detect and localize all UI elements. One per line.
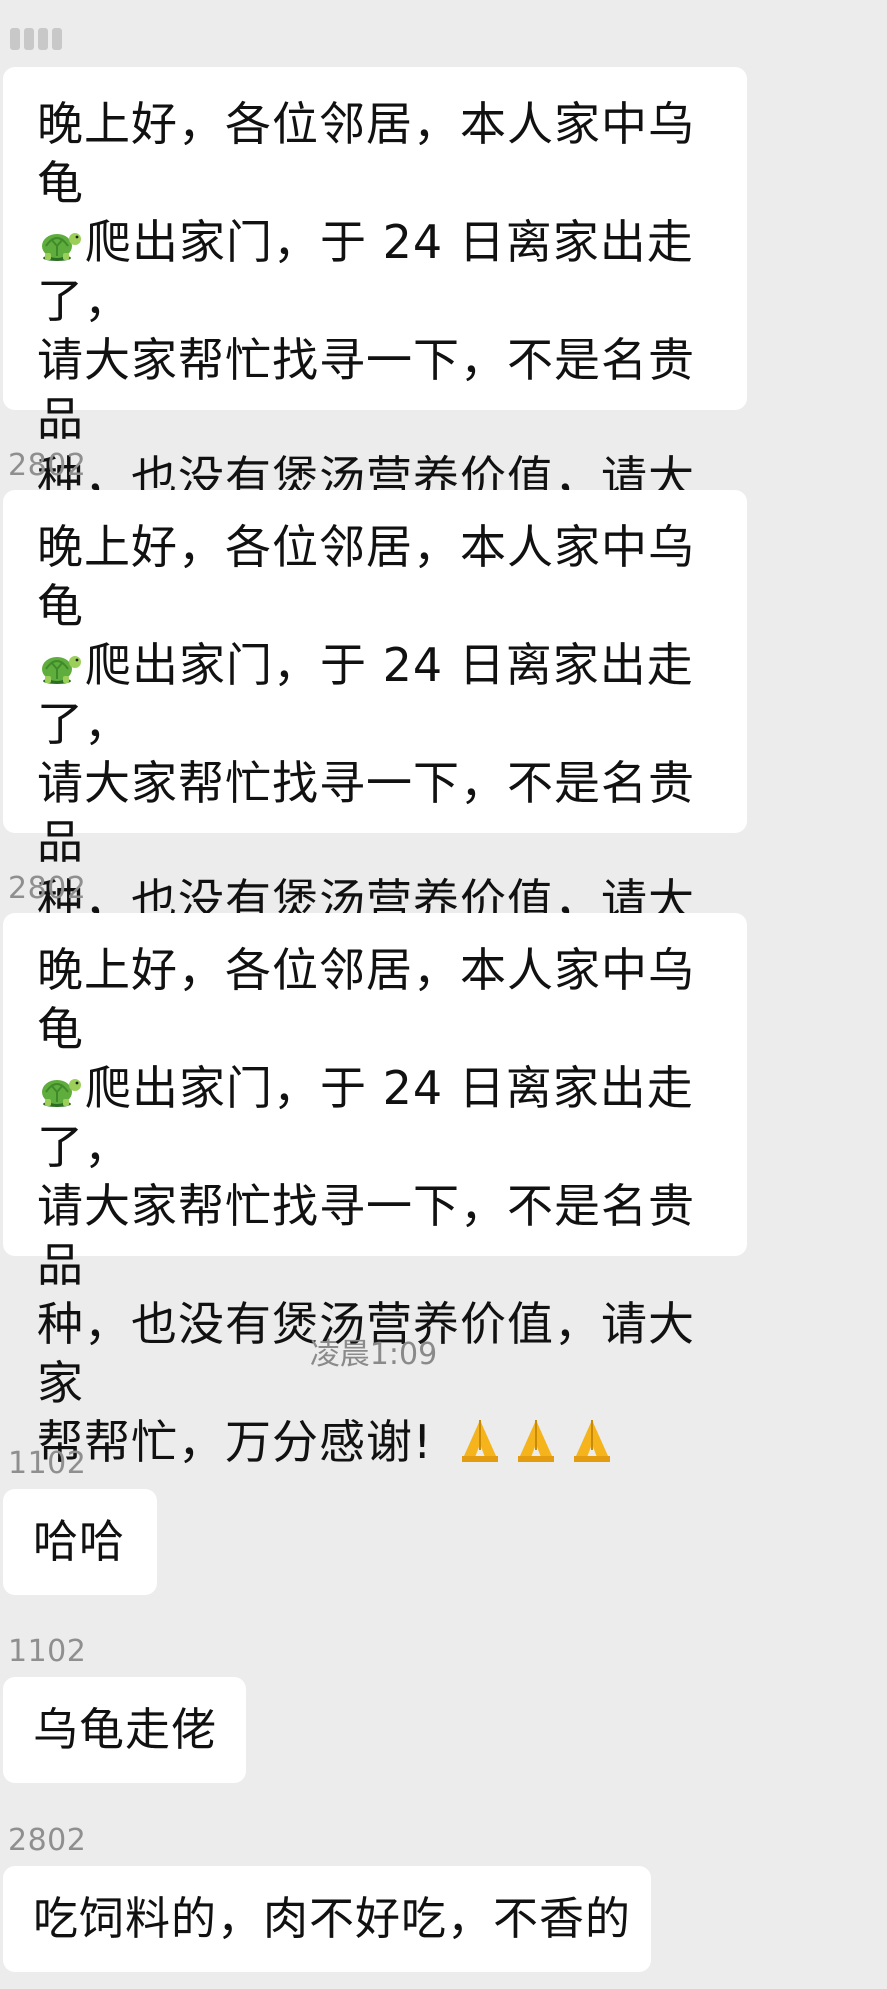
turtle-icon: [42, 1079, 81, 1107]
pray-icon: [574, 1420, 611, 1462]
message-bubble-lost-turtle[interactable]: 晚上好，各位邻居，本人家中乌龟 爬出家门，于 24 日离家出走了， 请大家帮忙找…: [3, 67, 747, 623]
message-bubble[interactable]: 吃饲料的，肉不好吃，不香的: [3, 1866, 651, 1972]
message-text: 乌龟走佬: [33, 1703, 218, 1756]
message-bubble[interactable]: 哈哈: [3, 1489, 157, 1595]
pray-emoji-group: [456, 1416, 616, 1464]
turtle-icon: [42, 233, 81, 261]
message-bubble-lost-turtle[interactable]: 晚上好，各位邻居，本人家中乌龟 爬出家门，于 24 日离家出走了， 请大家帮忙找…: [3, 913, 747, 1469]
sender-name: 1102: [8, 1446, 87, 1481]
pray-icon: [462, 1420, 499, 1462]
message-text: 吃饲料的，肉不好吃，不香的: [33, 1892, 632, 1945]
message-bubble[interactable]: 乌龟走佬: [3, 1677, 246, 1783]
sender-name: 2802: [8, 1823, 87, 1858]
message-text: 哈哈: [33, 1515, 126, 1568]
pray-icon: [518, 1420, 555, 1462]
turtle-icon: [42, 656, 81, 684]
sender-name: 2802: [8, 871, 87, 906]
chat-timestamp: 凌晨1:09: [309, 1337, 438, 1372]
sender-name: 2802: [8, 448, 87, 483]
message-bubble-lost-turtle[interactable]: 晚上好，各位邻居，本人家中乌龟 爬出家门，于 24 日离家出走了， 请大家帮忙找…: [3, 490, 747, 1046]
chat-history[interactable]: 晚上好，各位邻居，本人家中乌龟 爬出家门，于 24 日离家出走了， 请大家帮忙找…: [0, 0, 887, 1989]
blurred-sender-name: [10, 28, 62, 50]
message-text: 晚上好，各位邻居，本人家中乌龟 爬出家门，于 24 日离家出走了， 请大家帮忙找…: [37, 943, 695, 1469]
sender-name: 1102: [8, 1634, 87, 1669]
